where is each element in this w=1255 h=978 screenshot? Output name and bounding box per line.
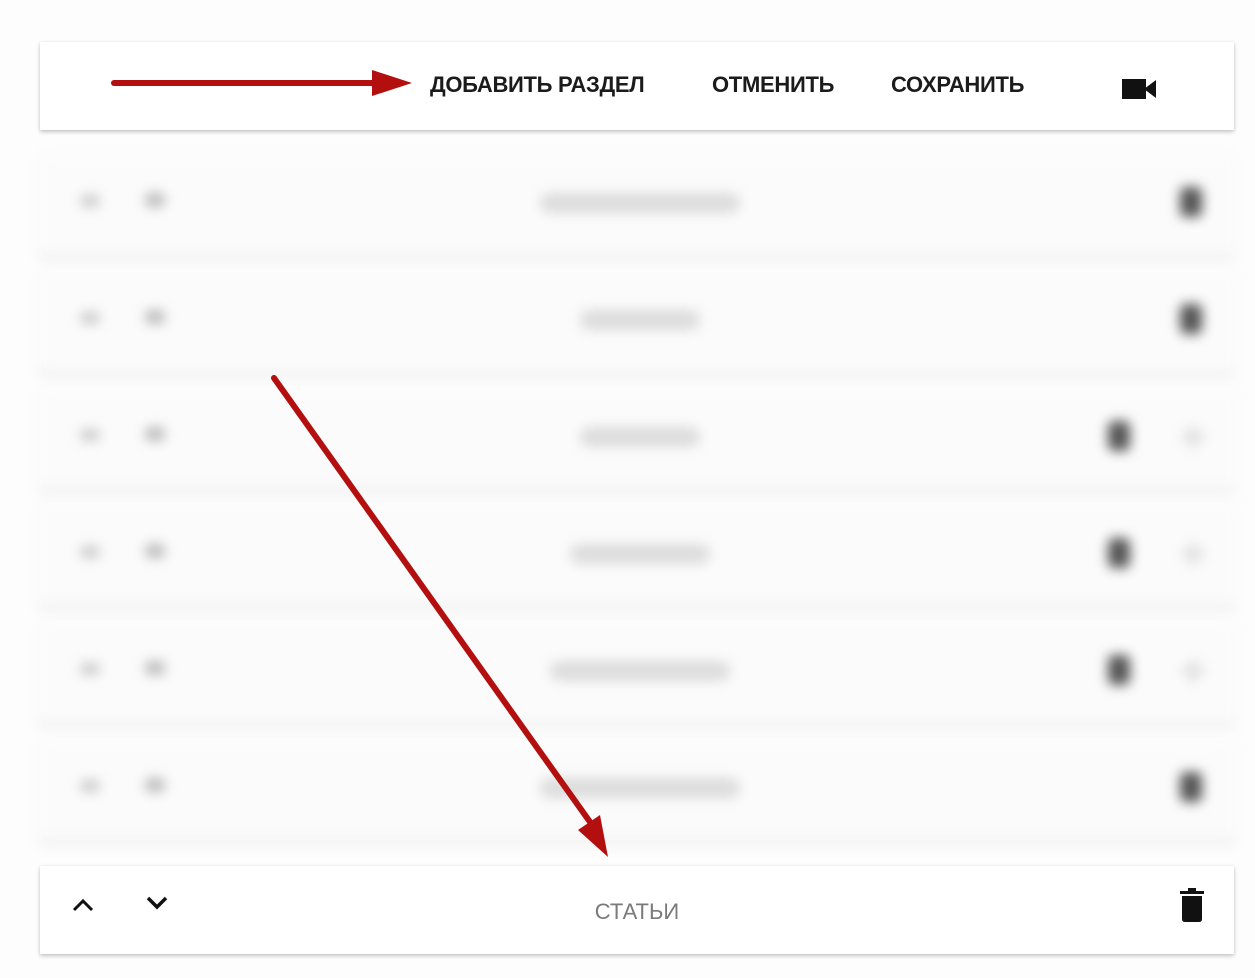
editor-toolbar: ДОБАВИТЬ РАЗДЕЛ ОТМЕНИТЬ СОХРАНИТЬ	[40, 42, 1234, 130]
section-title: СТАТЬИ	[594, 899, 680, 924]
section-row-blurred	[40, 389, 1234, 491]
video-camera-icon[interactable]	[1122, 78, 1156, 105]
trash-icon	[1180, 772, 1202, 802]
plus-icon	[1181, 425, 1205, 449]
add-section-button[interactable]: ДОБАВИТЬ РАЗДЕЛ	[430, 72, 645, 98]
section-row-blurred	[40, 155, 1234, 257]
section-row-articles: СТАТЬИ	[40, 866, 1234, 954]
section-row-blurred	[40, 272, 1234, 374]
plus-icon	[1181, 659, 1205, 683]
section-row-blurred	[40, 506, 1234, 608]
trash-icon	[1108, 421, 1130, 451]
trash-icon	[1108, 655, 1130, 685]
save-button[interactable]: СОХРАНИТЬ	[891, 72, 1024, 98]
section-row-blurred	[40, 740, 1234, 842]
section-row-blurred	[40, 623, 1234, 725]
trash-icon	[1180, 187, 1202, 217]
trash-icon[interactable]	[1180, 888, 1204, 927]
plus-icon	[1181, 542, 1205, 566]
trash-icon	[1180, 304, 1202, 334]
cancel-button[interactable]: ОТМЕНИТЬ	[712, 72, 834, 98]
trash-icon	[1108, 538, 1130, 568]
blurred-section-list	[40, 155, 1234, 842]
